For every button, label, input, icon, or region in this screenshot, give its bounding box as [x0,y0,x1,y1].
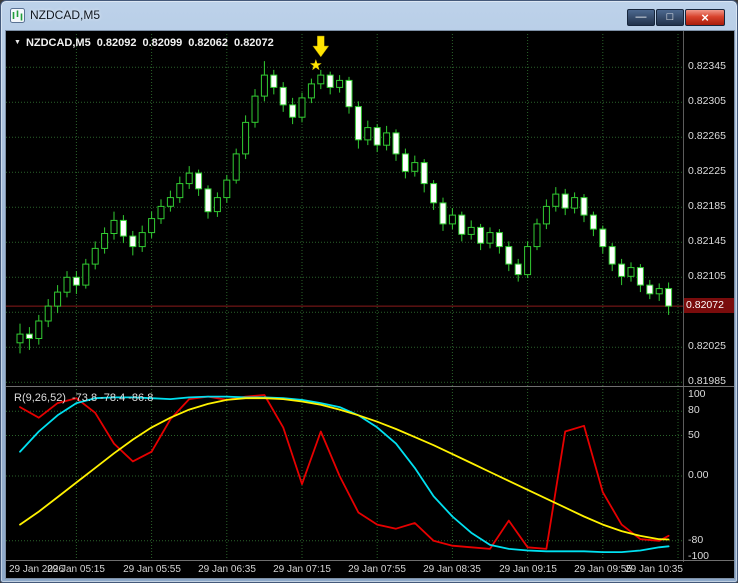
ohlc-close: 0.82072 [234,37,274,49]
window-title: NZDCAD,M5 [30,8,101,22]
maximize-button[interactable]: □ [656,9,684,26]
maximize-icon: □ [666,11,674,23]
ohlc-low: 0.82062 [188,37,229,49]
indicator-scale-label: -100 [688,550,710,562]
app-window: NZDCAD,M5 — □ × ★ ▼ NZDCAD,M5 0.82092 0.820… [0,0,738,583]
close-icon: × [701,10,709,25]
price-label: 0.81985 [688,375,726,387]
indicator-scale-label: 100 [688,388,706,400]
close-button[interactable]: × [685,9,725,26]
time-label: 29 Jan 08:35 [423,564,481,575]
indicator-scale-label: 0.00 [688,469,709,481]
down-arrow-annotation [312,35,330,58]
price-label: 0.82225 [688,165,726,177]
symbol-dropdown-icon: ▼ [14,39,21,46]
time-label: 29 Jan 10:35 [625,564,683,575]
time-label: 29 Jan 07:55 [348,564,406,575]
price-label: 0.82105 [688,270,726,282]
price-axis[interactable] [684,31,734,562]
indicator-label: R(9,26,52) -73.8 -78.4 -86.8 [14,392,153,404]
price-label: 0.82265 [688,130,726,142]
window-titlebar[interactable]: NZDCAD,M5 — □ × [1,1,737,30]
oscillator-chart[interactable] [6,389,683,559]
pane-separator[interactable] [6,386,734,387]
time-axis-separator[interactable] [6,560,734,561]
time-label: 29 Jan 05:55 [123,564,181,575]
indicator-name: R(9,26,52) [14,392,66,404]
ohlc-high: 0.82099 [142,37,183,49]
window-controls: — □ × [627,9,725,26]
chart-area: ★ ▼ NZDCAD,M5 0.82092 0.82099 0.82062 0.82072… [5,30,735,579]
minimize-button[interactable]: — [627,9,655,26]
time-label: 29 Jan 06:35 [198,564,256,575]
price-label: 0.82025 [688,340,726,352]
current-price-value: 0.82072 [686,299,724,311]
chart-window-icon [10,8,25,23]
indicator-scale-label: 80 [688,404,700,416]
indicator-scale-label: -80 [688,534,704,546]
ohlc-open: 0.82092 [96,37,137,49]
current-price-box: 0.82072 [684,298,734,313]
indicator-scale-label: 50 [688,429,700,441]
price-label: 0.82305 [688,95,726,107]
chart-header: ▼ NZDCAD,M5 0.82092 0.82099 0.82062 0.82072 [14,37,274,49]
price-label: 0.82185 [688,200,726,212]
star-annotation: ★ [309,57,322,74]
chart-symbol-label: NZDCAD,M5 [25,37,91,49]
time-label: 29 Jan 09:15 [499,564,557,575]
minimize-icon: — [635,11,647,23]
indicator-values: -73.8 -78.4 -86.8 [71,392,154,404]
time-label: 29 Jan 07:15 [273,564,331,575]
price-label: 0.82145 [688,235,726,247]
candlestick-chart[interactable]: ★ [6,34,683,386]
time-label: 29 Jan 05:15 [47,564,105,575]
time-label: 29 Jan 09:55 [574,564,632,575]
price-label: 0.82345 [688,60,726,72]
